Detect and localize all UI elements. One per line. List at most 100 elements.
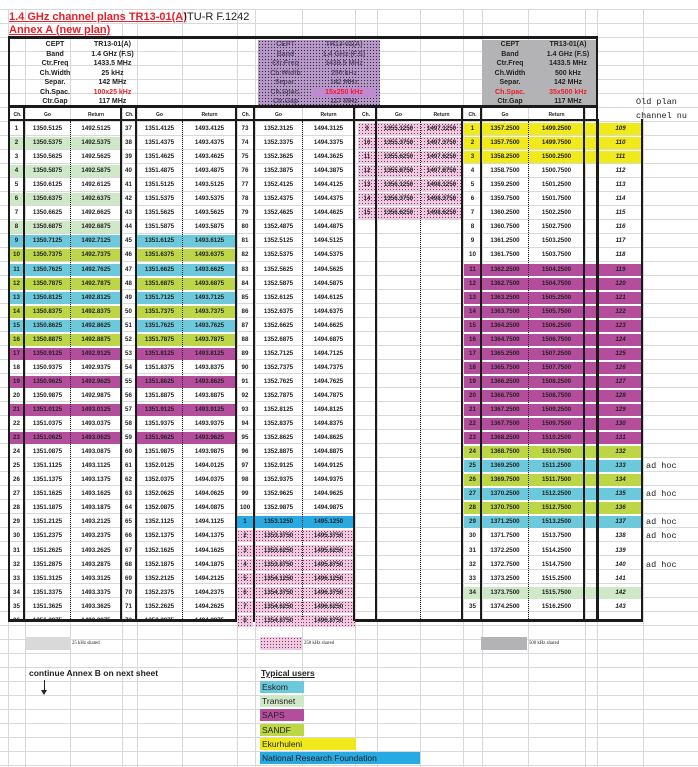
channel-number: 24 (13, 448, 20, 456)
go-frequency: 1359.7500 (490, 195, 520, 203)
go-frequency: 1359.2500 (490, 181, 520, 189)
channel-number: 27 (13, 490, 20, 498)
spacer-cell (585, 291, 596, 304)
param-key: Ch.Width (494, 69, 526, 77)
channel-number: 9 (10, 235, 23, 248)
go-return-divider (182, 121, 183, 619)
old-plan-channel-number: 134 (599, 474, 642, 487)
go-frequency: 1355.1250 (377, 123, 420, 135)
return-frequency: 1494.2875 (194, 616, 225, 624)
go-frequency: 1352.5375 (263, 251, 294, 259)
channel-number: 63 (125, 490, 132, 498)
channel-number: 29 (13, 518, 20, 526)
channel-number: 93 (241, 406, 249, 413)
channel-number: 40 (125, 167, 132, 175)
channel-number: 42 (125, 195, 132, 203)
spacer-cell (585, 559, 596, 571)
go-frequency: 1351.2625 (32, 546, 63, 554)
legend-25khz-label: 25 kHz shared (72, 641, 100, 646)
go-frequency: 1350.6125 (32, 181, 63, 189)
go-frequency: 1351.6625 (137, 263, 182, 276)
go-frequency: 1352.3875 (263, 167, 294, 175)
channel-number: 14 (358, 193, 376, 206)
old-plan-channel-number: 113 (615, 181, 626, 189)
go-frequency: 1350.8125 (25, 291, 70, 304)
channel-number: 4 (10, 165, 23, 178)
return-frequency: 1492.8625 (70, 319, 122, 332)
table-border (8, 36, 598, 39)
go-frequency: 1351.5125 (144, 181, 175, 189)
channel-number: 13 (358, 179, 376, 192)
return-frequency: 1492.7375 (70, 249, 122, 262)
go-frequency: 1350.9375 (32, 363, 63, 371)
go-frequency: 1355.8750 (377, 165, 420, 178)
return-frequency: 1493.4375 (194, 139, 225, 147)
old-plan-channel-number: 135 (599, 488, 642, 501)
return-frequency: 1494.3875 (313, 167, 344, 175)
param-key: Ctr.Freq (496, 60, 524, 67)
channel-number: 52 (125, 335, 132, 343)
table-border (353, 108, 355, 621)
param-row: Ch.Width 250 kHz (258, 69, 380, 79)
param-key: Ch.Spac. (40, 88, 70, 96)
table-border (480, 108, 482, 621)
channel-number: 11 (464, 263, 481, 276)
return-frequency: 1493.2125 (81, 518, 111, 526)
param-row: CEPT TR13-01(A) (258, 40, 380, 50)
channel-number: 5 (470, 181, 475, 189)
go-frequency: 1357.7500 (482, 137, 528, 150)
channel-number: 12 (358, 165, 376, 178)
channel-number: 9 (470, 237, 475, 245)
return-frequency: 1515.7500 (528, 586, 585, 599)
return-frequency: 1496.3750 (302, 586, 355, 599)
go-frequency: 1351.4875 (144, 167, 175, 175)
channel-number: 3 (237, 544, 253, 557)
go-frequency: 1367.2500 (482, 404, 528, 416)
go-frequency: 1356.6250 (377, 207, 420, 220)
channel-number: 8 (237, 614, 253, 627)
param-row: Ch.Spac. 100x25 kHz (25, 88, 140, 98)
return-frequency: 1493.8625 (182, 375, 237, 388)
channel-number: 64 (125, 504, 132, 512)
go-frequency: 1350.7375 (25, 249, 70, 262)
return-frequency: 1508.2500 (528, 375, 585, 388)
channel-number: 98 (241, 476, 249, 484)
channel-number: 18 (13, 363, 20, 371)
param-row: Ch.Width 500 kHz (482, 69, 598, 79)
return-frequency: 1515.2500 (541, 574, 572, 582)
param-value: 142 MHz (553, 79, 582, 86)
channel-number: 1 (464, 123, 481, 135)
go-frequency: 1352.9875 (263, 504, 294, 512)
param-value: 1.4 GHz (F.S) (91, 50, 134, 58)
spacer-cell (585, 207, 596, 219)
return-frequency: 1493.1875 (81, 504, 111, 512)
return-frequency: 1510.7500 (528, 446, 585, 459)
go-frequency: 1352.1375 (144, 532, 175, 540)
go-frequency: 1351.8125 (137, 347, 182, 360)
spacer-cell (585, 389, 596, 402)
table-border (461, 108, 463, 621)
channel-number: 60 (125, 448, 132, 456)
column-header-ch: Ch. (361, 112, 371, 118)
table-border (375, 108, 377, 621)
channel-number: 61 (125, 462, 132, 470)
spacer-cell (585, 263, 596, 276)
go-frequency: 1350.7125 (25, 235, 70, 248)
channel-number: 20 (13, 391, 20, 399)
channel-number: 31 (469, 546, 476, 554)
go-frequency: 1352.7375 (263, 363, 294, 371)
return-frequency: 1504.2500 (528, 263, 585, 276)
go-frequency: 1352.3125 (263, 125, 294, 132)
param-key: Ctr.Freq (272, 60, 299, 67)
go-frequency: 1366.2500 (482, 375, 528, 388)
return-frequency: 1493.0875 (81, 448, 111, 456)
return-frequency: 1493.9125 (182, 404, 237, 416)
channel-number: 10 (10, 249, 23, 262)
return-frequency: 1493.8125 (182, 347, 237, 360)
channel-number: 20 (464, 389, 481, 402)
go-frequency: 1351.7625 (137, 319, 182, 332)
channel-number: 7 (237, 600, 253, 613)
param-key: CEPT (500, 41, 520, 48)
go-frequency: 1357.2500 (482, 123, 528, 135)
legend-250khz-label: 250 kHz shared (304, 641, 335, 646)
